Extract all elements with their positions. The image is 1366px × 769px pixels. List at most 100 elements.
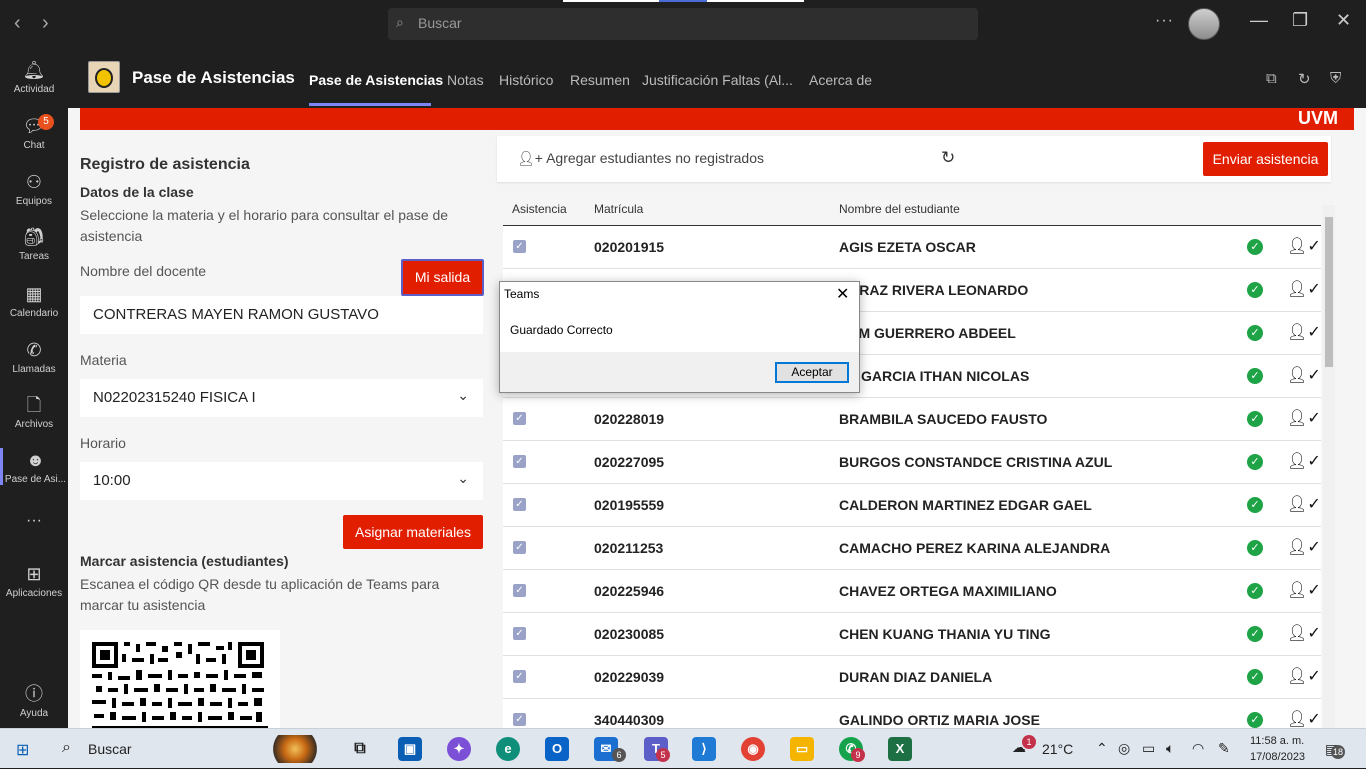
attendance-checkbox[interactable]: ✓ [513,240,526,253]
battery-icon[interactable]: ▭ [1142,740,1155,757]
person-check-icon[interactable]: 👤︎✓ [1287,666,1321,686]
attendance-checkbox[interactable]: ✓ [513,670,526,683]
assign-materials-button[interactable]: Asignar materiales [343,515,483,549]
attendance-checkbox[interactable]: ✓ [513,498,526,511]
top-indicator [707,0,804,2]
rail-more-icon[interactable]: ··· [0,512,68,530]
popout-icon[interactable]: ⧉ [1266,70,1277,87]
rail-item-pase-de-asistencias[interactable]: ☻ Pase de Asi... [0,448,68,485]
tab-resumen[interactable]: Resumen [570,72,630,88]
weather-widget[interactable]: ☁ 1 21°C [1012,735,1073,757]
top-indicator [563,0,659,2]
teams-icon: ⚇ [25,172,43,192]
file-explorer-icon[interactable]: ▭ [790,737,814,761]
chevron-down-icon: ⌄ [457,387,469,403]
add-students-label: Agregar estudiantes no registrados [546,150,764,166]
schedule-select[interactable]: 10:00 ⌄ [80,462,483,500]
rail-item-aplicaciones[interactable]: ⊞ Aplicaciones [0,562,68,599]
task-view-icon[interactable]: ⧉ [348,737,372,761]
minimize-button[interactable]: — [1250,10,1268,31]
restore-button[interactable]: ❐ [1292,10,1308,31]
subject-label: Materia [80,352,127,368]
dialog-message: Guardado Correcto [510,323,613,337]
scrollbar-thumb[interactable] [1325,217,1333,367]
copilot-icon[interactable]: ✦ [447,737,471,761]
temperature: 21°C [1042,741,1074,757]
taskbar-search[interactable]: ⌕ Buscar [50,729,332,769]
rail-item-equipos[interactable]: ⚇ Equipos [0,170,68,207]
tab-historico[interactable]: Histórico [499,72,553,88]
rail-item-llamadas[interactable]: ✆ Llamadas [0,338,68,375]
attendance-checkbox[interactable]: ✓ [513,627,526,640]
rail-item-tareas[interactable]: 🎒︎ Tareas [0,225,68,262]
clock[interactable]: 11:58 a. m. 17/08/2023 [1250,733,1305,765]
person-check-icon[interactable]: 👤︎✓ [1287,279,1321,299]
search-input[interactable]: ⌕ Buscar [388,8,978,40]
person-check-icon[interactable]: 👤︎✓ [1287,709,1321,728]
person-check-icon[interactable]: 👤︎✓ [1287,537,1321,557]
tab-notas[interactable]: Notas [447,72,484,88]
matricula-cell: 020227095 [594,454,665,470]
attendance-checkbox[interactable]: ✓ [513,713,526,726]
shield-icon[interactable]: ⛨ [1330,70,1341,87]
wifi-icon[interactable]: ◠ [1192,740,1204,757]
rail-label: Archivos [14,419,54,430]
vscode-icon[interactable]: ⟩ [692,737,716,761]
edge-icon[interactable]: e [496,737,520,761]
present-check-icon: ✓ [1247,239,1263,255]
rail-item-chat[interactable]: 💬︎ 5 Chat [0,114,68,151]
add-students-button[interactable]: 👤︎+ Agregar estudiantes no registrados [517,150,764,167]
person-check-icon[interactable]: 👤︎✓ [1287,365,1321,385]
person-check-icon[interactable]: 👤︎✓ [1287,451,1321,471]
chrome-icon[interactable]: ◉ [741,737,765,761]
refresh-icon[interactable]: ↻ [1298,70,1311,88]
rail-label: Ayuda [19,708,49,719]
person-check-icon[interactable]: 👤︎✓ [1287,322,1321,342]
send-attendance-button[interactable]: Enviar asistencia [1203,142,1328,176]
brand-banner: UVM [80,108,1354,130]
attendance-checkbox[interactable]: ✓ [513,541,526,554]
student-name-cell: AGIS EZETA OSCAR [839,239,976,255]
weather-badge: 1 [1022,735,1036,749]
exit-button[interactable]: Mi salida [401,259,484,296]
forward-arrow-icon[interactable]: › [42,12,49,35]
chat-badge: 5 [38,114,54,130]
excel-icon[interactable]: X [888,737,912,761]
rail-item-actividad[interactable]: 🔔︎ Actividad [0,58,68,95]
rail-item-calendario[interactable]: ▦ Calendario [0,282,68,319]
dialog-close-icon[interactable]: ✕ [836,284,849,304]
table-row: ✓ 340440309 GALINDO ORTIZ MARIA JOSE ✓ 👤︎✓ [503,699,1321,728]
notification-center-icon[interactable]: ▤18 [1325,741,1345,759]
search-icon: ⌕ [396,14,404,30]
person-check-icon[interactable]: 👤︎✓ [1287,408,1321,428]
pen-icon[interactable]: ✎ [1218,740,1230,757]
camera-icon[interactable]: ◎ [1118,740,1130,757]
message-dialog: Teams ✕ Guardado Correcto Aceptar [499,281,860,393]
attendance-checkbox[interactable]: ✓ [513,584,526,597]
chevron-up-icon[interactable]: ⌃ [1096,740,1108,757]
more-options-icon[interactable]: ··· [1155,12,1174,30]
back-arrow-icon[interactable]: ‹ [14,12,21,35]
outlook-icon[interactable]: O [545,737,569,761]
person-check-icon[interactable]: 👤︎✓ [1287,580,1321,600]
person-check-icon[interactable]: 👤︎✓ [1287,494,1321,514]
tab-justificacion-faltas[interactable]: Justificación Faltas (Al... [642,72,793,88]
avatar[interactable] [1188,8,1220,40]
rail-item-archivos[interactable]: 🗋︎ Archivos [0,393,68,430]
person-check-icon[interactable]: 👤︎✓ [1287,236,1321,256]
volume-icon[interactable]: 🔈︎ [1166,740,1174,757]
refresh-icon[interactable]: ↻ [941,148,955,168]
windows-start-icon[interactable]: ⊞ [16,740,29,760]
store-icon[interactable]: ▣ [398,737,422,761]
subject-select[interactable]: N02202315240 FISICA I ⌄ [80,379,483,417]
attendance-checkbox[interactable]: ✓ [513,455,526,468]
scrollbar[interactable] [1323,205,1335,728]
tab-acerca-de[interactable]: Acerca de [809,72,872,88]
dialog-ok-button[interactable]: Aceptar [775,362,849,383]
close-button[interactable]: ✕ [1336,10,1351,31]
person-check-icon[interactable]: 👤︎✓ [1287,623,1321,643]
table-row: ✓ 020195559 CALDERON MARTINEZ EDGAR GAEL ✓ 👤… [503,484,1321,527]
tab-pase-de-asistencias[interactable]: Pase de Asistencias [309,72,443,88]
attendance-checkbox[interactable]: ✓ [513,412,526,425]
rail-item-ayuda[interactable]: ⓘ Ayuda [0,682,68,719]
